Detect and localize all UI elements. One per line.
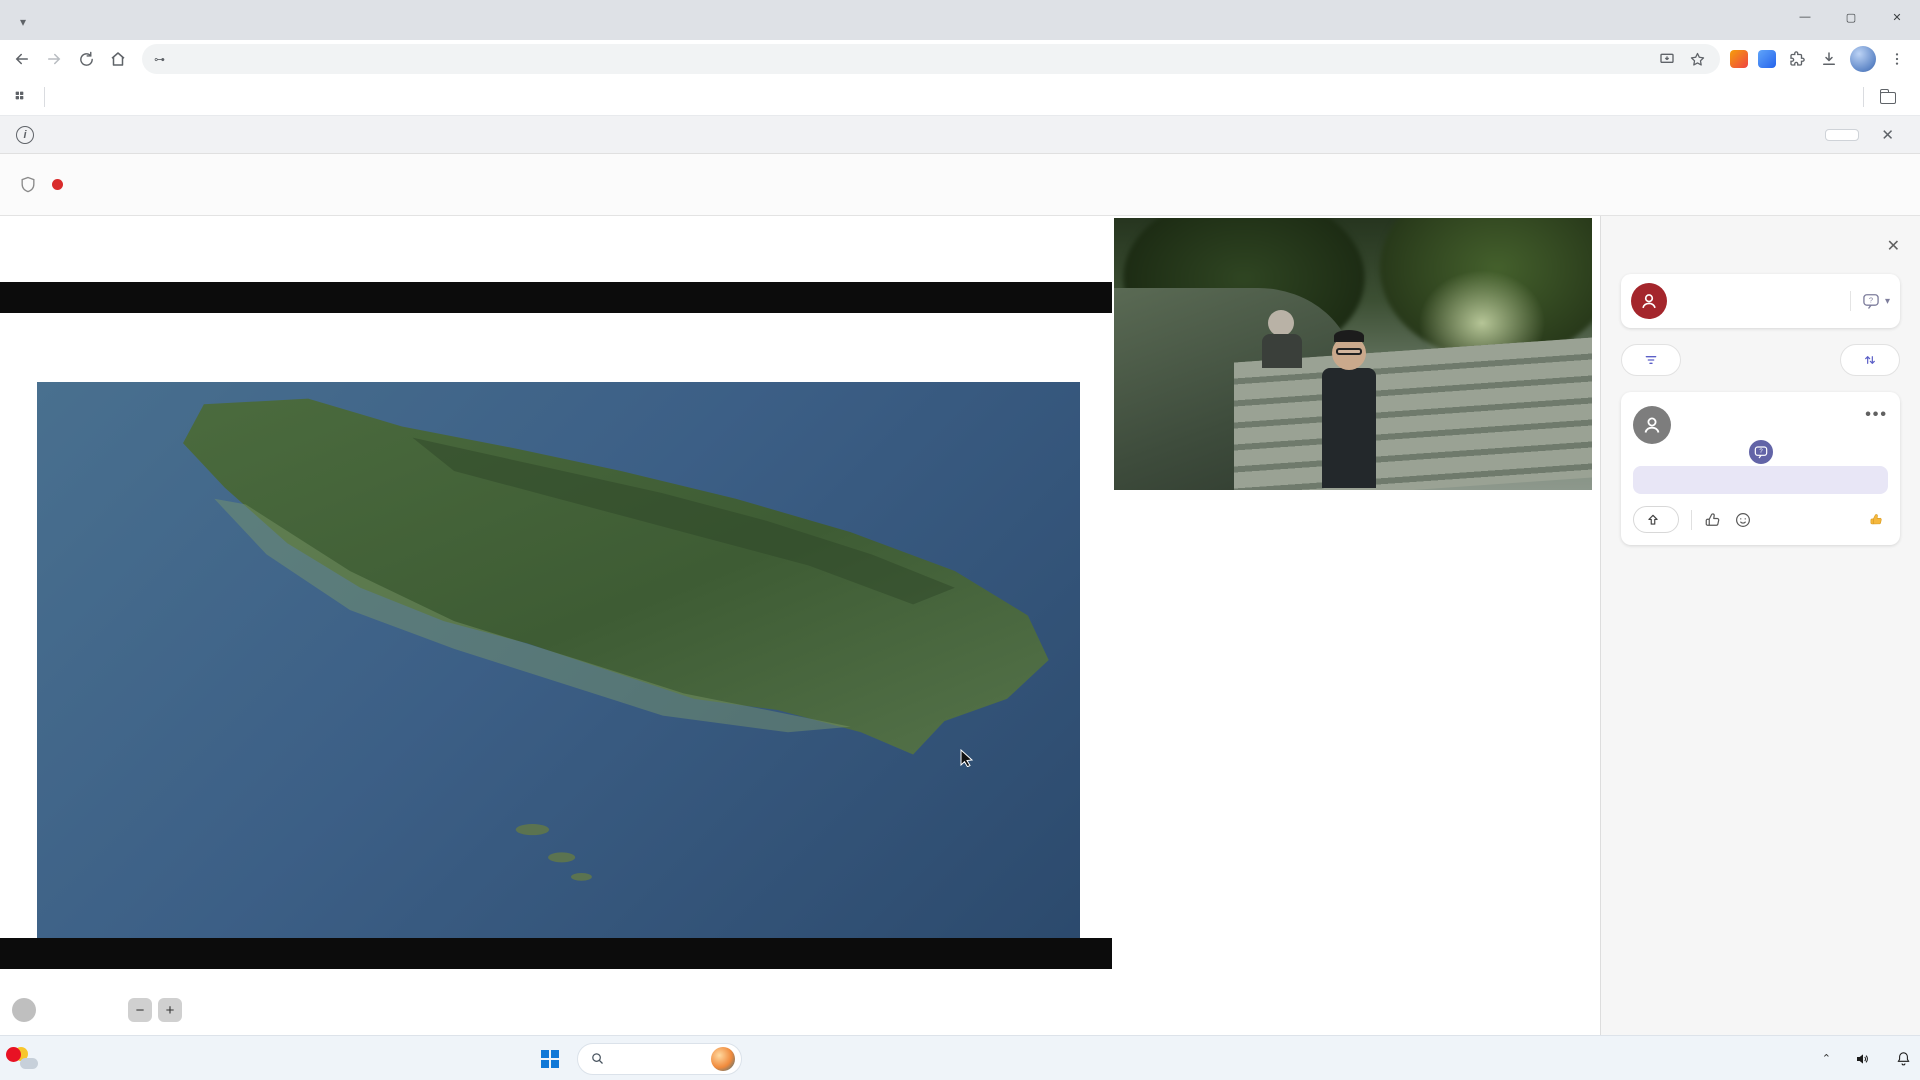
chevron-down-icon: ▾ (20, 15, 26, 29)
meeting-toolbar (0, 154, 1920, 216)
reload-icon (78, 51, 95, 68)
system-tray: ⌃ (1822, 1036, 1912, 1080)
back-button[interactable] (8, 45, 36, 73)
minimize-icon: — (1800, 11, 1811, 23)
person-figure (1322, 336, 1376, 488)
author-avatar (1633, 406, 1671, 444)
taiwan-island-shape (37, 382, 1080, 938)
back-arrow-icon (13, 50, 31, 68)
taskbar-search-box[interactable] (577, 1043, 742, 1075)
shield-icon (18, 175, 38, 195)
qa-panel: ✕ ? ▾ ••• ? (1600, 216, 1920, 1035)
slide-letterbox-top (0, 282, 1112, 313)
qa-bubble-icon[interactable]: ? (1861, 291, 1881, 311)
person-figure (1262, 310, 1302, 368)
divider (44, 87, 45, 107)
taiwan-map (37, 382, 1080, 938)
presenter-name-tag (12, 998, 36, 1022)
folder-icon (1880, 92, 1896, 104)
chrome-menu-icon[interactable] (1886, 48, 1908, 70)
home-button[interactable] (104, 45, 132, 73)
maximize-icon: ▢ (1846, 11, 1856, 24)
ask-question-input[interactable]: ? ▾ (1621, 274, 1900, 328)
dismiss-notification-icon[interactable]: ✕ (1871, 126, 1904, 144)
message-options-icon[interactable]: ••• (1865, 406, 1888, 444)
profile-avatar[interactable] (1850, 46, 1876, 72)
downloads-icon[interactable] (1818, 48, 1840, 70)
thumb-emoji-icon (1869, 512, 1884, 527)
extensions-puzzle-icon[interactable] (1786, 48, 1808, 70)
apps-grid-icon[interactable] (10, 86, 32, 108)
sort-icon (1862, 352, 1878, 368)
qa-sort-button[interactable] (1840, 344, 1900, 376)
slide-letterbox-bottom (0, 938, 1112, 969)
qa-message-card: ••• ? (1621, 392, 1900, 545)
forward-button[interactable] (40, 45, 68, 73)
divider (1691, 510, 1692, 530)
minimize-button[interactable]: — (1782, 0, 1828, 34)
hidden-icons-chevron[interactable]: ⌃ (1822, 1052, 1831, 1065)
all-bookmarks-button[interactable] (1872, 86, 1910, 108)
home-icon (109, 50, 127, 68)
question-badge-icon: ? (1747, 438, 1775, 466)
upvote-button[interactable] (1633, 506, 1679, 533)
browser-tab-strip: ▾ — ▢ ✕ (0, 0, 1920, 40)
mouse-cursor-icon (960, 749, 974, 767)
participants-grid (1114, 538, 1592, 1008)
share-page-icon[interactable] (1656, 48, 1678, 70)
forward-arrow-icon (45, 50, 63, 68)
toolbar-extensions-area (1730, 46, 1912, 72)
bookmarks-bar (0, 78, 1920, 116)
start-button[interactable] (533, 1042, 567, 1076)
enable-notifications-button[interactable] (1825, 129, 1859, 141)
zoom-out-button[interactable]: − (128, 998, 152, 1022)
desktop-notification-bar: i ✕ (0, 116, 1920, 154)
reload-button[interactable] (72, 45, 100, 73)
close-window-button[interactable]: ✕ (1874, 0, 1920, 34)
search-icon (590, 1051, 605, 1066)
tab-sharing-indicator-icon[interactable] (1758, 50, 1776, 68)
upvote-arrow-icon (1646, 513, 1660, 527)
zoom-in-button[interactable]: + (158, 998, 182, 1022)
qa-filter-button[interactable] (1621, 344, 1681, 376)
browser-toolbar: ⊶ (0, 40, 1920, 78)
thumbs-up-icon[interactable] (1704, 511, 1722, 529)
site-security-icon[interactable]: ⊶ (154, 53, 166, 66)
url-address-bar[interactable]: ⊶ (142, 44, 1720, 74)
volume-icon[interactable] (1855, 1051, 1871, 1067)
svg-text:?: ? (1869, 295, 1873, 304)
window-controls: — ▢ ✕ (1782, 0, 1920, 34)
filter-icon (1643, 352, 1659, 368)
screen: ▾ — ▢ ✕ ⊶ (0, 0, 1920, 1080)
close-qa-panel-icon[interactable]: ✕ (1887, 236, 1900, 256)
close-icon: ✕ (1892, 11, 1901, 24)
notification-badge (6, 1047, 21, 1062)
chevron-down-icon[interactable]: ▾ (1885, 296, 1890, 307)
recording-indicator-icon (52, 179, 63, 190)
svg-text:?: ? (1759, 449, 1763, 455)
speaker-video-feed[interactable] (1114, 218, 1592, 490)
reaction-summary[interactable] (1869, 512, 1888, 527)
windows-logo-icon (541, 1050, 559, 1068)
windows-taskbar: ⌃ (0, 1035, 1920, 1080)
divider (1863, 87, 1864, 107)
extension-icon[interactable] (1730, 50, 1748, 68)
maximize-button[interactable]: ▢ (1828, 0, 1874, 34)
tab-search-button[interactable]: ▾ (6, 8, 40, 36)
shared-screen-stage: − + (0, 216, 1112, 1035)
comment-icon[interactable] (1734, 511, 1752, 529)
bookmark-star-icon[interactable] (1686, 48, 1708, 70)
search-highlight-icon (711, 1047, 735, 1071)
info-icon: i (16, 126, 34, 144)
my-avatar (1631, 283, 1667, 319)
qa-message-text (1633, 466, 1888, 494)
notification-center-icon[interactable] (1895, 1050, 1912, 1067)
weather-widget[interactable] (0, 1045, 170, 1071)
